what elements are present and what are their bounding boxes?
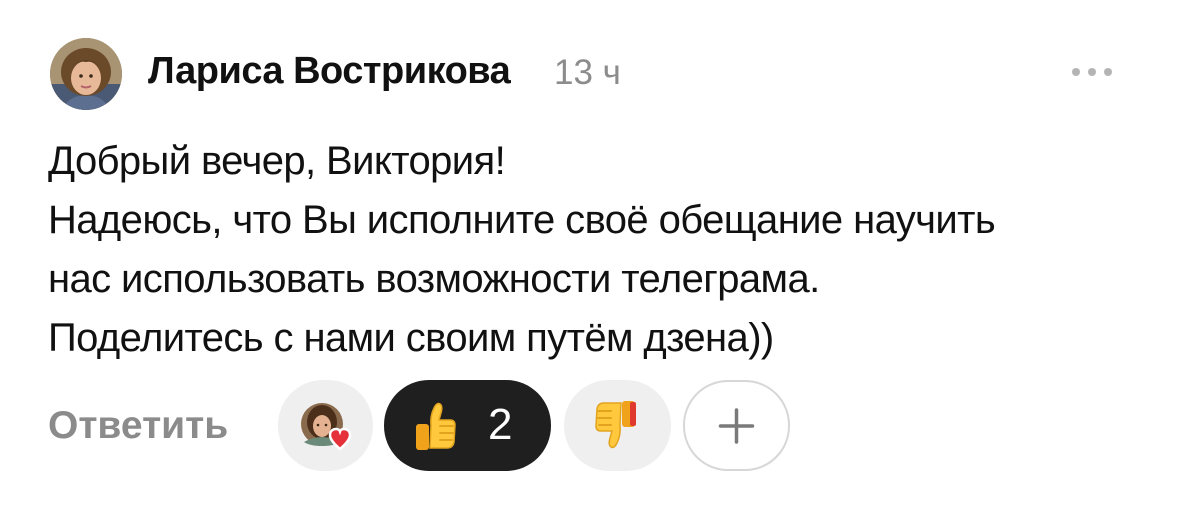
add-reaction-button[interactable] [683,380,790,471]
like-count: 2 [488,400,513,449]
reacted-avatar-with-heart-icon [301,403,352,451]
comment-line: нас использовать возможности телеграма. [48,257,820,301]
reacted-users-button[interactable] [278,380,373,471]
avatar[interactable] [50,38,122,110]
like-button[interactable]: 2 [384,380,551,471]
thumbs-down-emoji-icon [595,401,636,449]
comment-time: 13 ч [554,53,621,92]
plus-icon [718,408,755,444]
thumbs-up-emoji-icon [416,402,456,450]
comment-body: Добрый вечер, Виктория! Надеюсь, что Вы … [48,132,1148,368]
author-name[interactable]: Лариса Вострикова [148,50,511,93]
comment-line: Поделитесь с нами своим путём дзена)) [48,316,774,360]
more-dots-icon[interactable] [1060,58,1124,86]
comment-line: Добрый вечер, Виктория! [48,139,506,183]
comment-line: Надеюсь, что Вы исполните своё обещание … [48,198,996,242]
dislike-button[interactable] [564,380,671,471]
reply-button[interactable]: Ответить [48,404,228,448]
